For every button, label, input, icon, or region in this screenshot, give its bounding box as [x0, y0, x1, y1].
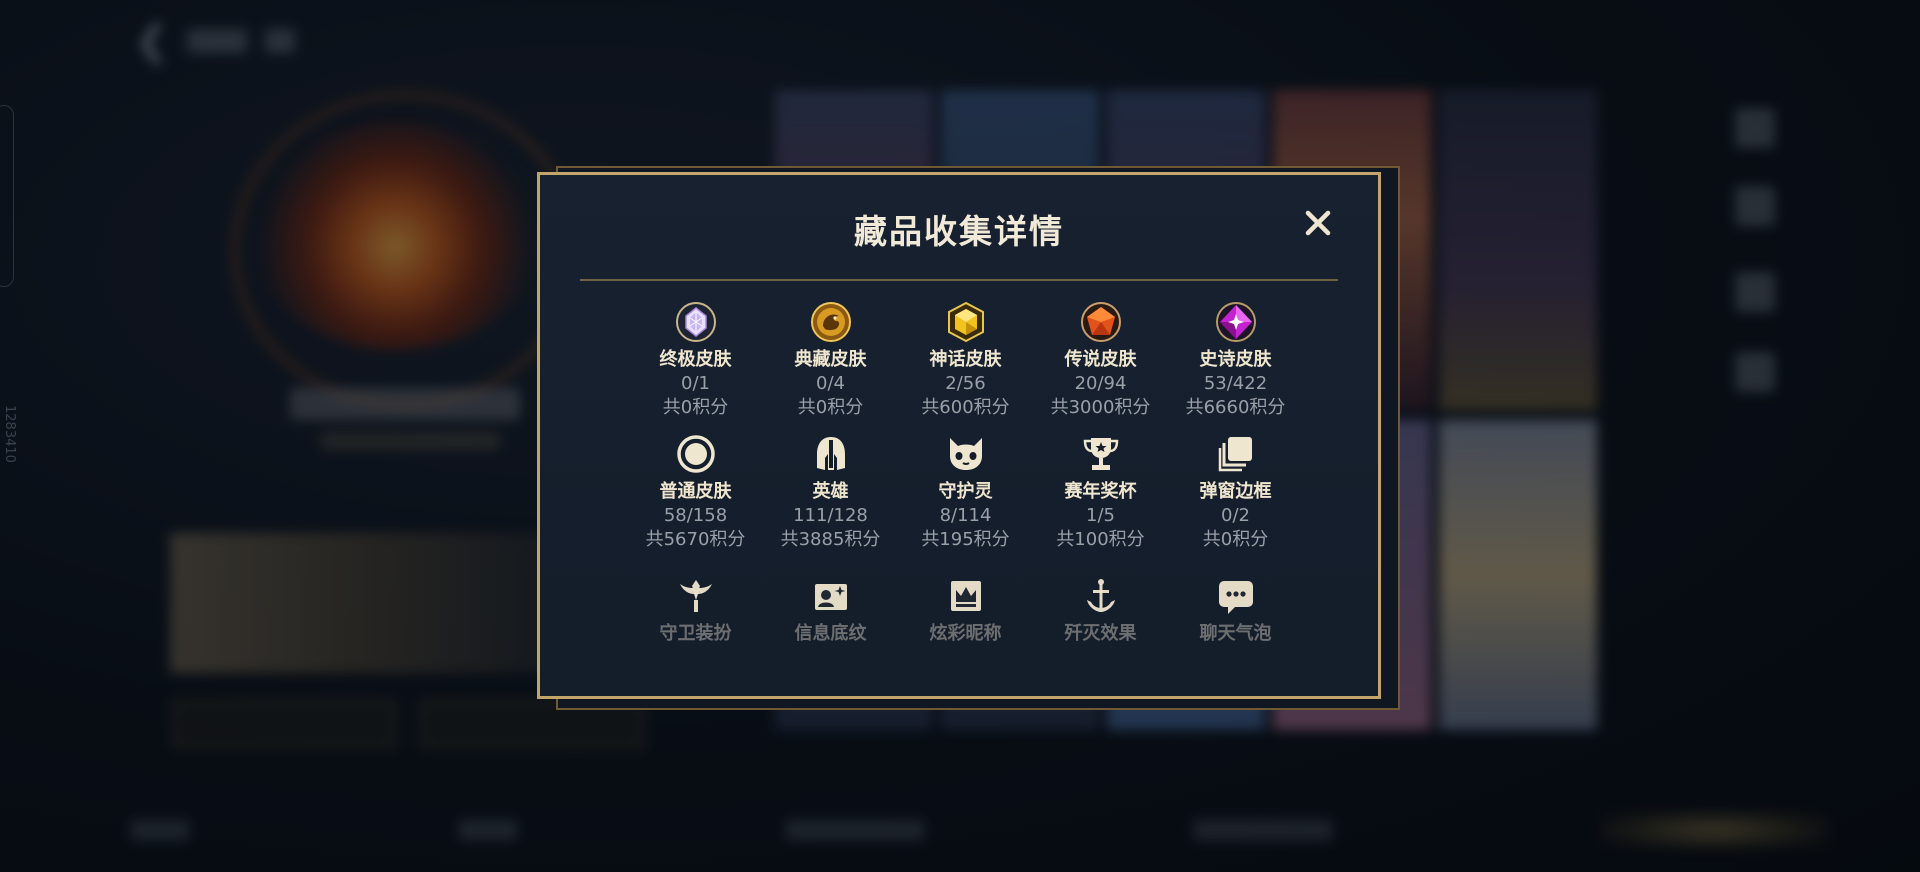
- game-screen: ❮ 1283410 藏品收集详情 终极皮肤 0/1 共0积分 典藏皮肤 0/4 …: [0, 0, 1920, 872]
- category-count: 1/5: [1086, 505, 1115, 526]
- modal-title: 藏品收集详情: [854, 212, 1064, 251]
- category-count: 111/128: [793, 505, 868, 526]
- category-points: 共600积分: [921, 397, 1010, 418]
- category-points: 共0积分: [662, 397, 729, 418]
- scroll-fade: [543, 655, 1375, 693]
- category-name: 赛年奖杯: [1064, 481, 1137, 502]
- category-popup-frame[interactable]: 弹窗边框 0/2 共0积分: [1168, 432, 1303, 552]
- side-id-text: 1283410: [2, 405, 17, 463]
- ward-icon: [674, 574, 718, 618]
- category-name: 歼灭效果: [1064, 623, 1137, 644]
- category-points: 共3000积分: [1050, 397, 1151, 418]
- category-name: 英雄: [812, 481, 849, 502]
- helmet-icon: [809, 432, 853, 476]
- category-mythic-skin[interactable]: 神话皮肤 2/56 共600积分: [898, 300, 1033, 420]
- category-points: 共6660积分: [1185, 397, 1286, 418]
- category-info-banner[interactable]: 信息底纹: [763, 574, 898, 646]
- category-name: 聊天气泡: [1199, 623, 1272, 644]
- category-points: 共195积分: [921, 529, 1010, 550]
- category-count: 0/4: [816, 373, 845, 394]
- anchor-sword-icon: [1079, 574, 1123, 618]
- category-chat-bubble[interactable]: 聊天气泡: [1168, 574, 1303, 646]
- category-name: 守护灵: [938, 481, 993, 502]
- category-name: 守卫装扮: [659, 623, 732, 644]
- category-name: 普通皮肤: [659, 481, 732, 502]
- category-ward-skin[interactable]: 守卫装扮: [628, 574, 763, 646]
- category-hero[interactable]: 英雄 111/128 共3885积分: [763, 432, 898, 552]
- mythic-gem-icon: [944, 300, 988, 344]
- legendary-gem-icon: [1079, 300, 1123, 344]
- category-epic-skin[interactable]: 史诗皮肤 53/422 共6660积分: [1168, 300, 1303, 420]
- category-guardian[interactable]: 守护灵 8/114 共195积分: [898, 432, 1033, 552]
- category-count: 58/158: [663, 505, 728, 526]
- edge-handle: [0, 105, 14, 287]
- collection-grid: 终极皮肤 0/1 共0积分 典藏皮肤 0/4 共0积分 神话皮肤 2/56 共6…: [628, 300, 1296, 646]
- stacked-frames-icon: [1214, 432, 1258, 476]
- epic-gem-icon: [1214, 300, 1258, 344]
- title-divider: [580, 279, 1338, 281]
- category-name: 典藏皮肤: [794, 349, 867, 370]
- category-count: 0/2: [1221, 505, 1250, 526]
- category-points: 共0积分: [1202, 529, 1269, 550]
- guardian-pet-icon: [944, 432, 988, 476]
- chat-bubble-icon: [1214, 574, 1258, 618]
- profile-card-icon: [809, 574, 853, 618]
- category-collection-skin[interactable]: 典藏皮肤 0/4 共0积分: [763, 300, 898, 420]
- category-count: 2/56: [945, 373, 986, 394]
- category-normal-skin[interactable]: 普通皮肤 58/158 共5670积分: [628, 432, 763, 552]
- normal-circle-icon: [674, 432, 718, 476]
- category-points: 共0积分: [797, 397, 864, 418]
- category-points: 共100积分: [1056, 529, 1145, 550]
- category-season-trophy[interactable]: 赛年奖杯 1/5 共100积分: [1033, 432, 1168, 552]
- category-count: 20/94: [1074, 373, 1127, 394]
- close-icon: [1305, 210, 1331, 236]
- category-kill-effect[interactable]: 歼灭效果: [1033, 574, 1168, 646]
- category-count: 0/1: [681, 373, 710, 394]
- category-count: 53/422: [1203, 373, 1268, 394]
- crown-card-icon: [944, 574, 988, 618]
- category-name: 终极皮肤: [659, 349, 732, 370]
- category-color-nickname[interactable]: 炫彩昵称: [898, 574, 1033, 646]
- category-count: 8/114: [939, 505, 992, 526]
- category-name: 史诗皮肤: [1199, 349, 1272, 370]
- close-button[interactable]: [1300, 205, 1336, 241]
- collection-details-modal: 藏品收集详情 终极皮肤 0/1 共0积分 典藏皮肤 0/4 共0积分 神话皮肤 …: [537, 172, 1381, 699]
- category-name: 炫彩昵称: [929, 623, 1002, 644]
- category-points: 共5670积分: [645, 529, 746, 550]
- trophy-icon: [1079, 432, 1123, 476]
- category-points: 共3885积分: [780, 529, 881, 550]
- dragon-emblem-icon: [809, 300, 853, 344]
- category-name: 神话皮肤: [929, 349, 1002, 370]
- category-legendary-skin[interactable]: 传说皮肤 20/94 共3000积分: [1033, 300, 1168, 420]
- category-ultimate-skin[interactable]: 终极皮肤 0/1 共0积分: [628, 300, 763, 420]
- ultimate-gem-icon: [674, 300, 718, 344]
- category-name: 传说皮肤: [1064, 349, 1137, 370]
- category-name: 信息底纹: [794, 623, 867, 644]
- category-name: 弹窗边框: [1199, 481, 1272, 502]
